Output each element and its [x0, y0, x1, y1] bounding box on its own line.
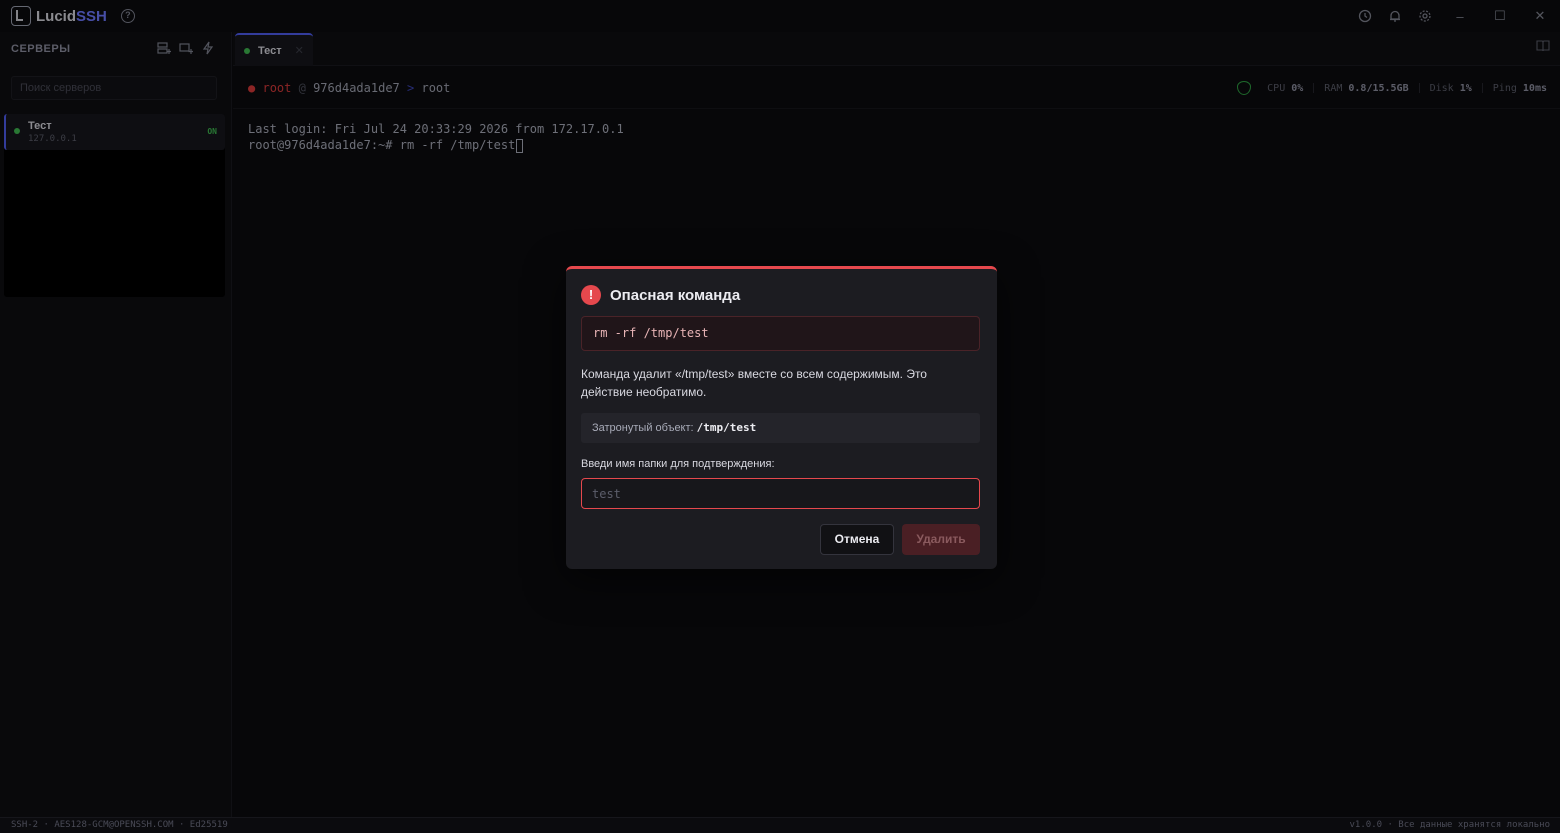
version-info: v1.0.0 · Все данные хранятся локально [1349, 820, 1550, 830]
status-bar: SSH-2 · AES128-GCM@OPENSSH.COM · Ed25519… [0, 817, 1560, 833]
confirm-input[interactable] [581, 478, 980, 509]
affected-label: Затронутый объект: [592, 422, 697, 434]
dialog-title: Опасная команда [610, 287, 741, 304]
confirm-label: Введи имя папки для подтверждения: [581, 458, 775, 470]
affected-path: /tmp/test [696, 421, 757, 434]
affected-object: Затронутый объект: /tmp/test [581, 413, 980, 443]
dangerous-command-dialog: ! Опасная команда rm -rf /tmp/test Коман… [566, 266, 997, 569]
dialog-description: Команда удалит «/tmp/test» вместе со все… [581, 367, 927, 399]
cancel-button[interactable]: Отмена [820, 524, 894, 555]
delete-button[interactable]: Удалить [902, 524, 980, 555]
warning-icon: ! [581, 285, 601, 305]
connection-details: SSH-2 · AES128-GCM@OPENSSH.COM · Ed25519 [11, 820, 228, 830]
command-preview: rm -rf /tmp/test [581, 316, 980, 351]
